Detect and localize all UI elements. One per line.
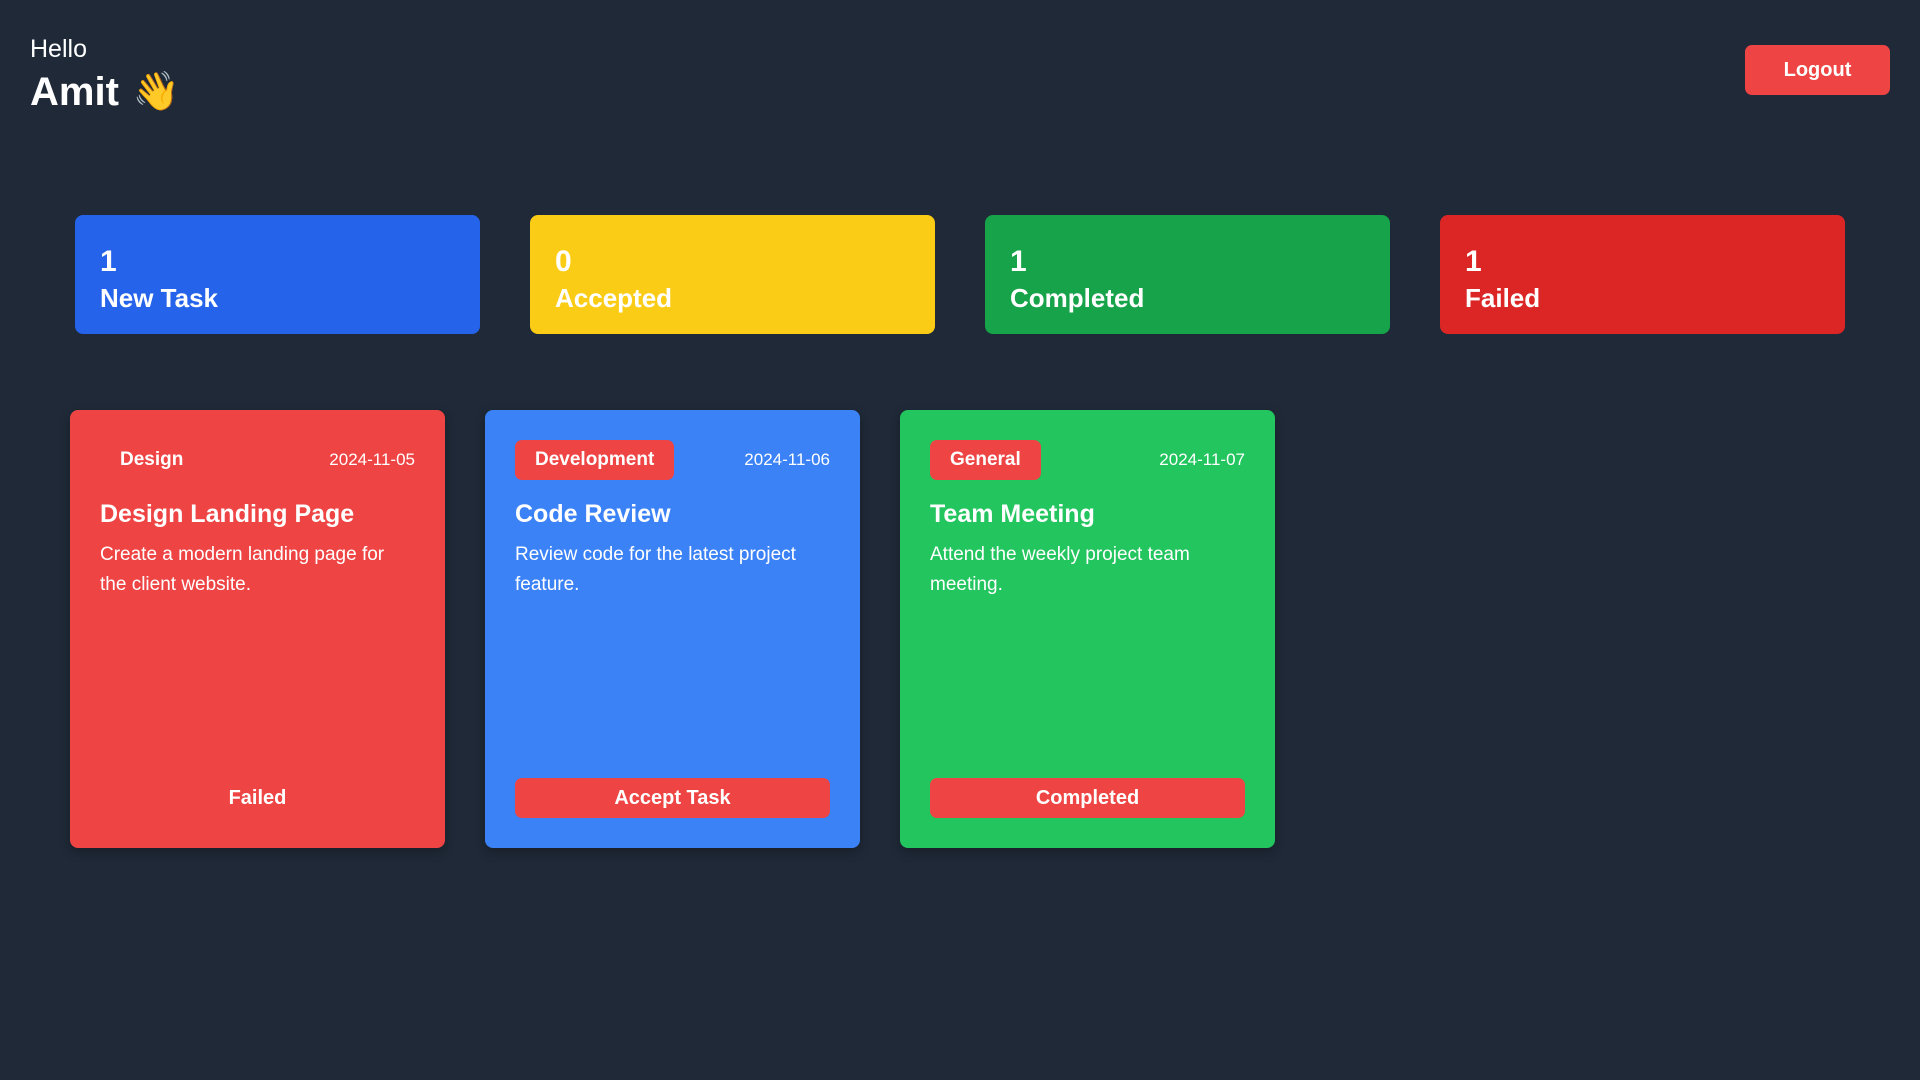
- waving-hand-icon: 👋: [132, 71, 181, 113]
- task-title: Team Meeting: [930, 500, 1095, 528]
- greeting-text: Hello: [30, 35, 87, 63]
- task-status-failed: Failed: [228, 786, 287, 809]
- task-completed-button[interactable]: Completed: [930, 778, 1245, 818]
- stat-count: 1: [1010, 245, 1027, 278]
- stat-count: 0: [555, 245, 572, 278]
- category-tag: General: [930, 440, 1041, 480]
- task-title: Design Landing Page: [100, 500, 355, 528]
- stat-label: New Task: [100, 283, 219, 313]
- task-card-design: Design 2024-11-05 Design Landing Page Cr…: [70, 410, 445, 848]
- stat-count: 1: [100, 245, 117, 278]
- category-tag: Design: [120, 449, 184, 470]
- task-title: Code Review: [515, 500, 671, 528]
- task-date: 2024-11-07: [1159, 450, 1245, 469]
- stat-label: Accepted: [555, 283, 673, 313]
- user-name: Amit: [30, 70, 119, 114]
- accept-task-button[interactable]: Accept Task: [515, 778, 830, 818]
- category-tag: Development: [515, 440, 675, 480]
- task-date: 2024-11-06: [744, 450, 830, 469]
- task-card-header: General 2024-11-07: [930, 440, 1245, 480]
- task-stats: 1 New Task 0 Accepted 1 Completed 1 Fail…: [75, 215, 1845, 334]
- logout-button[interactable]: Logout: [1745, 45, 1890, 95]
- stat-label: Failed: [1465, 283, 1541, 313]
- stat-count: 1: [1465, 245, 1482, 278]
- stat-card-completed: 1 Completed: [985, 215, 1390, 334]
- user-name-row: Amit 👋: [30, 68, 180, 116]
- task-description: Create a modern landing page for the cli…: [100, 544, 385, 595]
- task-date: 2024-11-05: [329, 450, 415, 469]
- task-list: Design 2024-11-05 Design Landing Page Cr…: [70, 410, 1275, 848]
- greeting-header: Hello Amit 👋: [30, 34, 180, 116]
- task-description: Review code for the latest project featu…: [515, 544, 796, 595]
- task-description: Attend the weekly project team meeting.: [930, 544, 1190, 595]
- task-card-header: Development 2024-11-06: [515, 440, 830, 480]
- stat-card-new-task: 1 New Task: [75, 215, 480, 334]
- task-card-development: Development 2024-11-06 Code Review Revie…: [485, 410, 860, 848]
- stat-card-accepted: 0 Accepted: [530, 215, 935, 334]
- stat-label: Completed: [1010, 283, 1145, 313]
- stat-card-failed: 1 Failed: [1440, 215, 1845, 334]
- task-card-header: Design 2024-11-05: [100, 440, 415, 480]
- task-card-general: General 2024-11-07 Team Meeting Attend t…: [900, 410, 1275, 848]
